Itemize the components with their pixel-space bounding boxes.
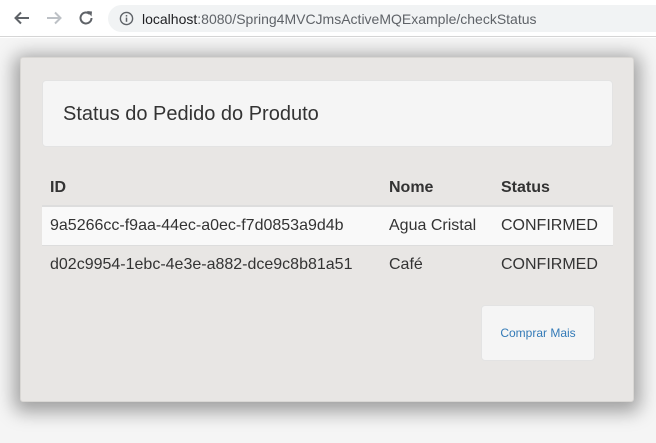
address-bar[interactable]: localhost:8080/Spring4MVCJmsActiveMQExam…	[108, 5, 656, 32]
status-cell: CONFIRMED	[501, 256, 598, 273]
page-title: Status do Pedido do Produto	[63, 103, 319, 125]
order-status-table: ID Nome Status 9a5266cc-f9aa-44ec-a0ec-f…	[42, 169, 613, 286]
status-cell: CONFIRMED	[501, 217, 598, 234]
product-name-cell: Agua Cristal	[389, 217, 477, 234]
reload-icon	[79, 11, 93, 25]
column-header-id: ID	[50, 179, 66, 196]
arrow-left-icon	[14, 11, 29, 25]
buy-more-button[interactable]: Comprar Mais	[481, 305, 595, 361]
info-icon[interactable]	[118, 11, 134, 27]
browser-toolbar: localhost:8080/Spring4MVCJmsActiveMQExam…	[0, 0, 656, 37]
column-header-name: Nome	[389, 179, 434, 196]
order-status-panel: Status do Pedido do Produto ID Nome Stat…	[20, 57, 634, 402]
table-row: 9a5266cc-f9aa-44ec-a0ec-f7d0853a9d4b Agu…	[42, 207, 613, 246]
order-id-cell: 9a5266cc-f9aa-44ec-a0ec-f7d0853a9d4b	[50, 217, 344, 234]
forward-button[interactable]	[42, 6, 66, 30]
table-header-row: ID Nome Status	[42, 169, 613, 207]
table-row: d02c9954-1ebc-4e3e-a882-dce9c8b81a51 Caf…	[42, 246, 613, 286]
reload-button[interactable]	[74, 6, 98, 30]
url-path: :8080/Spring4MVCJmsActiveMQExample/check…	[197, 10, 537, 27]
column-header-status: Status	[501, 179, 550, 196]
back-button[interactable]	[10, 6, 34, 30]
url-host: localhost	[142, 10, 198, 27]
order-id-cell: d02c9954-1ebc-4e3e-a882-dce9c8b81a51	[50, 256, 353, 273]
product-name-cell: Café	[389, 256, 423, 273]
arrow-right-icon	[47, 11, 62, 25]
panel-heading: Status do Pedido do Produto	[42, 80, 613, 147]
